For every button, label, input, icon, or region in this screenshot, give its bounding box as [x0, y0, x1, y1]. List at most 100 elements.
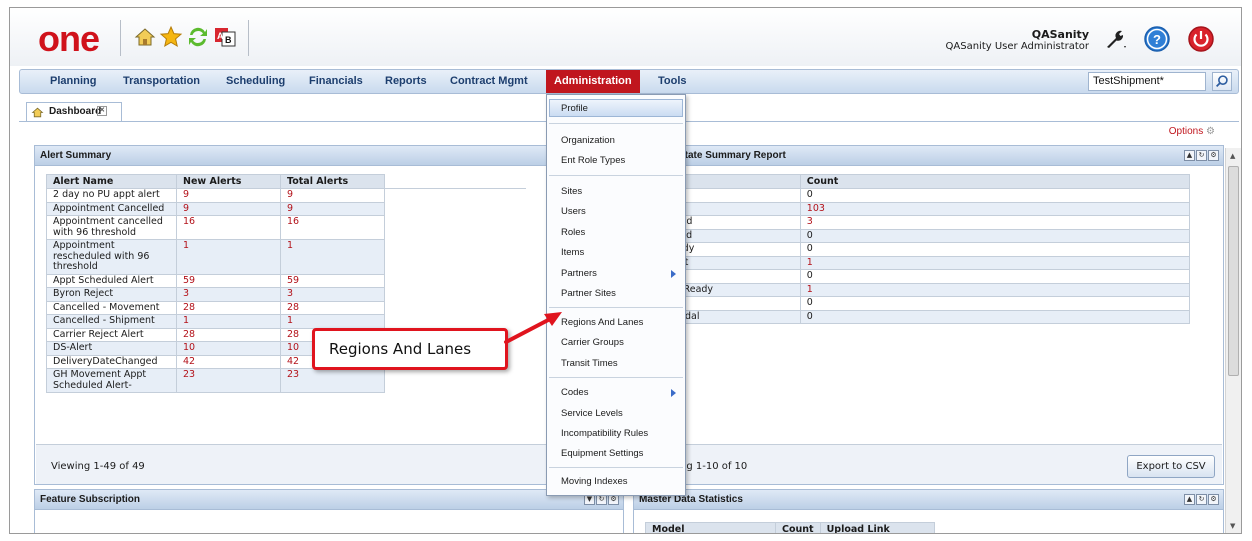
- total-alerts-cell: 1: [280, 314, 385, 329]
- nav-administration[interactable]: Administration: [546, 70, 640, 93]
- alert-name-cell: Appointment rescheduled with 96 threshol…: [46, 239, 177, 275]
- state-summary-panel: State Summary Report ▲↻⚙ Count 0 ng103 e…: [633, 145, 1224, 485]
- administration-menu: Profile Organization Ent Role Types Site…: [546, 94, 686, 496]
- refresh-icon[interactable]: ↻: [1196, 494, 1207, 505]
- nav-reports[interactable]: Reports: [377, 70, 435, 93]
- panel-tools: ▼ ↻ ⚙: [583, 494, 619, 513]
- menu-item-profile[interactable]: Profile: [561, 103, 588, 114]
- total-alerts-cell: 23: [280, 368, 385, 393]
- paging-info: Viewing 1-49 of 49: [51, 461, 145, 472]
- column-header-model[interactable]: Model: [645, 522, 776, 533]
- scroll-up-icon[interactable]: ▲: [1230, 152, 1235, 160]
- alert-name-cell: Cancelled - Shipment: [46, 314, 177, 329]
- menu-item-transit-times[interactable]: Transit Times: [561, 358, 618, 369]
- table-row[interactable]: Appointment Cancelled 9 9: [46, 201, 526, 216]
- table-row[interactable]: Modal0: [664, 309, 1191, 324]
- column-header-new-alerts[interactable]: New Alerts: [176, 174, 281, 189]
- home-icon[interactable]: [133, 25, 157, 49]
- table-row[interactable]: Byron Reject 3 3: [46, 287, 526, 302]
- total-alerts-cell: 16: [280, 215, 385, 240]
- menu-item-ent-role-types[interactable]: Ent Role Types: [561, 155, 625, 166]
- ab-test-icon[interactable]: A B: [213, 25, 237, 49]
- table-row[interactable]: Appointment cancelled with 96 threshold 1…: [46, 215, 527, 240]
- alert-name-cell: Cancelled - Movement: [46, 300, 177, 315]
- refresh-icon[interactable]: [186, 25, 210, 49]
- table-row[interactable]: med0: [664, 228, 1191, 243]
- alert-name-cell: Appointment Cancelled: [46, 201, 177, 216]
- nav-scheduling[interactable]: Scheduling: [218, 70, 293, 93]
- one-logo[interactable]: one: [38, 21, 100, 57]
- refresh-icon[interactable]: ↻: [1196, 150, 1207, 161]
- table-row[interactable]: nsit1: [664, 255, 1191, 270]
- menu-item-organization[interactable]: Organization: [561, 135, 615, 146]
- new-alerts-cell: 3: [176, 287, 281, 302]
- app-header: one A B QASanity QASanity User Administr…: [10, 8, 1241, 66]
- table-row[interactable]: Appt Scheduled Alert 59 59: [46, 273, 527, 288]
- close-tab-icon[interactable]: ✕: [97, 106, 107, 116]
- menu-item-items[interactable]: Items: [561, 247, 584, 258]
- table-row[interactable]: 0: [664, 188, 1191, 203]
- page-scrollbar[interactable]: ▲ ▼: [1225, 148, 1241, 533]
- menu-item-codes[interactable]: Codes: [561, 387, 588, 398]
- settings-icon[interactable]: ⚙: [1208, 494, 1219, 505]
- table-row[interactable]: 2 day no PU appt alert 9 9: [46, 188, 527, 203]
- table-row[interactable]: GH Movement Appt Scheduled Alert- 23 23: [46, 368, 526, 393]
- table-row[interactable]: eady0: [664, 242, 1191, 257]
- tab-dashboard[interactable]: Dashboard ✕: [26, 102, 122, 122]
- count-cell: 0: [799, 296, 1191, 311]
- menu-item-sites[interactable]: Sites: [561, 186, 582, 197]
- scrollbar-thumb[interactable]: [1228, 166, 1239, 376]
- collapse-icon[interactable]: ▲: [1184, 150, 1195, 161]
- total-alerts-cell: 9: [280, 188, 385, 203]
- panel-title: Alert Summary: [35, 146, 623, 166]
- table-row[interactable]: ry Ready 1: [664, 282, 1191, 297]
- alert-name-cell: Appt Scheduled Alert: [46, 273, 177, 288]
- table-row[interactable]: ered3: [664, 215, 1191, 230]
- column-header-total-alerts[interactable]: Total Alerts: [280, 174, 385, 189]
- table-row[interactable]: d0: [664, 269, 1191, 284]
- search-icon[interactable]: [1212, 72, 1232, 91]
- menu-item-users[interactable]: Users: [561, 206, 586, 217]
- table-row[interactable]: Cancelled - Shipment 1 1: [46, 314, 526, 329]
- table-row[interactable]: Cancelled - Movement 28 28: [46, 300, 527, 315]
- logout-power-icon[interactable]: [1187, 25, 1215, 53]
- favorites-star-icon[interactable]: [159, 25, 183, 49]
- menu-item-moving-indexes[interactable]: Moving Indexes: [561, 476, 628, 487]
- menu-item-carrier-groups[interactable]: Carrier Groups: [561, 337, 624, 348]
- column-header-count[interactable]: Count: [799, 174, 1191, 189]
- collapse-icon[interactable]: ▲: [1184, 494, 1195, 505]
- menu-item-equipment-settings[interactable]: Equipment Settings: [561, 448, 643, 459]
- new-alerts-cell: 1: [176, 314, 281, 329]
- export-csv-button[interactable]: Export to CSV: [1127, 455, 1215, 478]
- nav-financials[interactable]: Financials: [301, 70, 371, 93]
- panel-title: Feature Subscription: [35, 490, 623, 510]
- menu-item-partner-sites[interactable]: Partner Sites: [561, 288, 616, 299]
- table-row[interactable]: ng103: [664, 201, 1191, 216]
- table-header-row: Alert Name New Alerts Total Alerts: [46, 174, 526, 189]
- nav-tools[interactable]: Tools: [650, 70, 695, 93]
- alert-name-cell: Carrier Reject Alert: [46, 327, 177, 342]
- settings-wrench-icon[interactable]: [1101, 25, 1129, 53]
- nav-transportation[interactable]: Transportation: [115, 70, 208, 93]
- menu-item-regions-and-lanes[interactable]: Regions And Lanes: [561, 317, 643, 328]
- master-data-panel: Master Data Statistics ▲ ↻ ⚙ Model Count U…: [633, 489, 1224, 533]
- menu-item-service-levels[interactable]: Service Levels: [561, 408, 623, 419]
- submenu-arrow-icon: [671, 389, 676, 397]
- menu-item-partners[interactable]: Partners: [561, 268, 597, 279]
- table-row[interactable]: Appointment rescheduled with 96 threshol…: [46, 239, 526, 275]
- count-cell: 0: [799, 269, 1191, 284]
- header-divider: [120, 20, 121, 56]
- options-link[interactable]: Options ⚙: [1169, 126, 1215, 137]
- table-row[interactable]: red0: [664, 296, 1191, 311]
- settings-icon[interactable]: ⚙: [1208, 150, 1219, 161]
- menu-item-incompatibility-rules[interactable]: Incompatibility Rules: [561, 428, 648, 439]
- help-icon[interactable]: ?: [1143, 25, 1171, 53]
- menu-item-roles[interactable]: Roles: [561, 227, 585, 238]
- scroll-down-icon[interactable]: ▼: [1230, 522, 1235, 530]
- nav-planning[interactable]: Planning: [42, 70, 104, 93]
- column-header-alert-name[interactable]: Alert Name: [46, 174, 177, 189]
- column-header-upload-link[interactable]: Upload Link: [819, 522, 936, 533]
- nav-contract-mgmt[interactable]: Contract Mgmt: [442, 70, 536, 93]
- column-header-count[interactable]: Count: [775, 522, 821, 533]
- search-input[interactable]: TestShipment*: [1088, 72, 1206, 91]
